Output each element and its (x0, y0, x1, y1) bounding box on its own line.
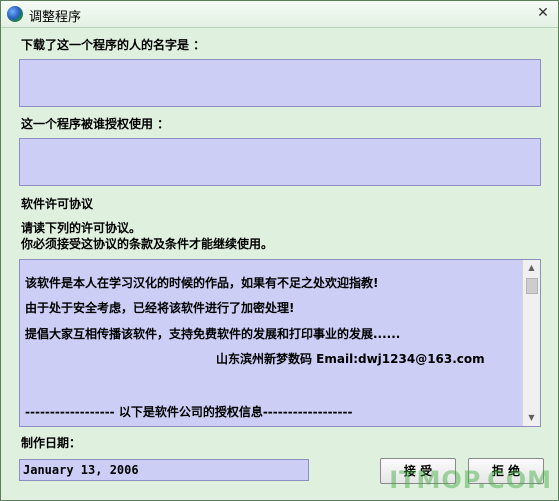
authorized-user-field[interactable] (19, 138, 541, 186)
watermark-logo: ITMOP.COM (389, 466, 552, 494)
license-instruction-2: 你必须接受这协议的条款及条件才能继续使用。 (21, 237, 274, 251)
license-scrollbar[interactable]: ▲ ▼ (522, 260, 540, 426)
close-icon[interactable]: ✕ (534, 5, 552, 21)
title-bar[interactable]: 调整程序 ✕ (1, 1, 558, 28)
license-instruction-1: 请读下列的许可协议。 (21, 221, 142, 235)
date-label: 制作日期： (21, 436, 82, 450)
license-line-4: 山东滨州新梦数码 Email:dwj1234@163.com (216, 352, 485, 366)
license-textbox[interactable]: 该软件是本人在学习汉化的时候的作品，如果有不足之处欢迎指教! 由于处于安全考虑，… (19, 259, 541, 427)
license-title: 软件许可协议 (21, 197, 94, 211)
license-line-1: 该软件是本人在学习汉化的时候的作品，如果有不足之处欢迎指教! (25, 276, 379, 290)
scroll-down-icon[interactable]: ▼ (523, 410, 540, 426)
scroll-thumb[interactable] (526, 278, 538, 294)
downloader-label: 下载了这一个程序的人的名字是 ： (21, 38, 206, 52)
scroll-up-icon[interactable]: ▲ (523, 260, 540, 276)
downloader-name-field[interactable] (19, 59, 541, 107)
license-line-5: ------------------ 以下是软件公司的授权信息---------… (25, 405, 353, 419)
dialog-window: 调整程序 ✕ 下载了这一个程序的人的名字是 ： 这一个程序被谁授权使用 ： 软件… (0, 0, 559, 501)
authorized-user-label: 这一个程序被谁授权使用 ： (21, 117, 170, 131)
date-field: January 13, 2006 (19, 459, 309, 481)
license-line-2: 由于处于安全考虑，已经将该软件进行了加密处理! (25, 301, 295, 315)
license-line-3: 提倡大家互相传播该软件，支持免费软件的发展和打印事业的发展...... (25, 327, 401, 341)
globe-icon (7, 6, 23, 22)
window-title: 调整程序 (29, 10, 82, 25)
